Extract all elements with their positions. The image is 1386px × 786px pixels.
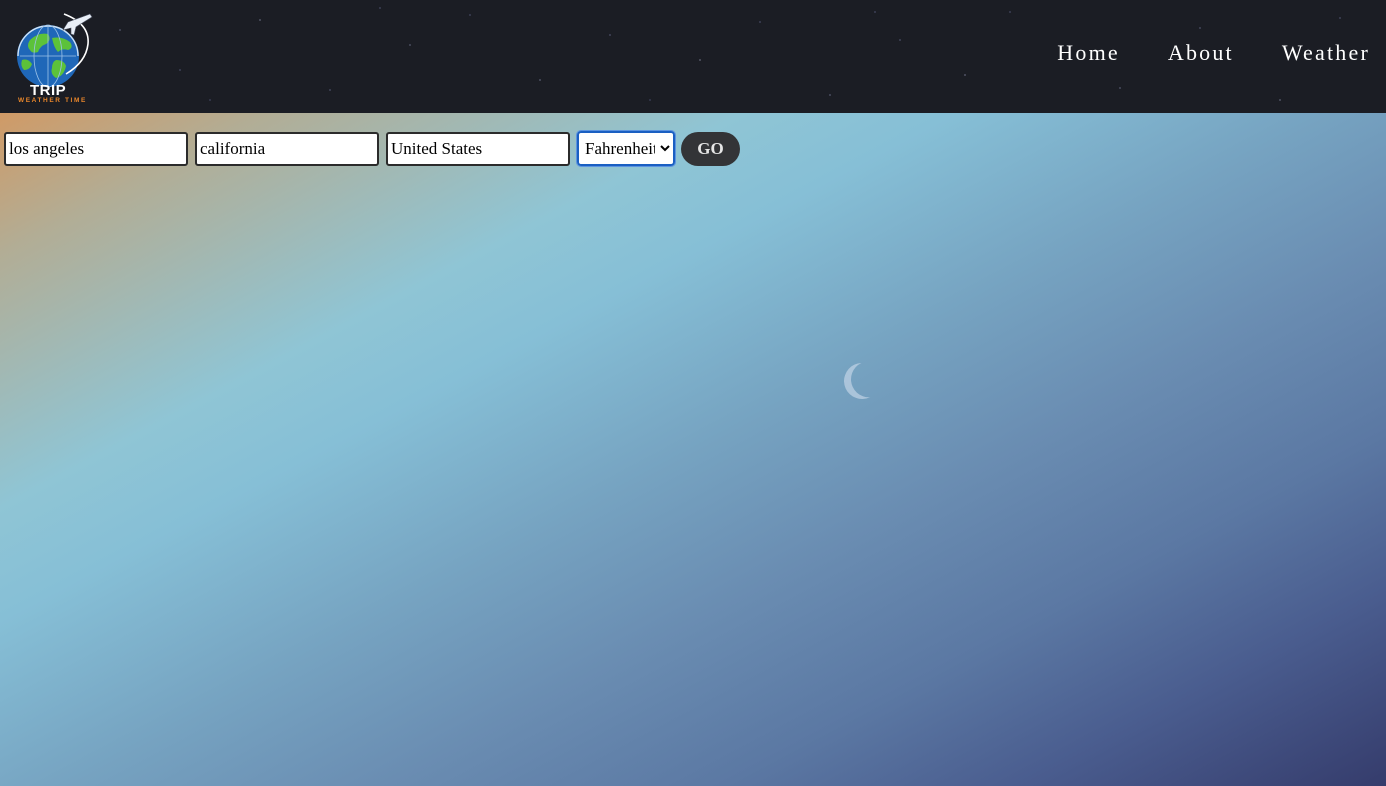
country-input[interactable] — [386, 131, 570, 166]
site-header: TRIP WEATHER TIME Home About Weather — [0, 0, 1386, 113]
city-input[interactable] — [4, 131, 188, 166]
trip-weather-time-logo[interactable]: TRIP WEATHER TIME — [8, 8, 98, 104]
logo-tagline: WEATHER TIME — [18, 97, 87, 104]
nav-home-link[interactable]: Home — [1057, 40, 1120, 66]
weather-search-form: Fahrenheit GO — [4, 130, 740, 167]
state-input[interactable] — [195, 131, 379, 166]
sky-background: Fahrenheit GO — [0, 113, 1386, 786]
crescent-moon-icon — [839, 358, 885, 404]
main-nav: Home About Weather — [1057, 40, 1370, 66]
go-button[interactable]: GO — [681, 131, 740, 166]
temperature-unit-select[interactable]: Fahrenheit — [576, 130, 676, 167]
nav-weather-link[interactable]: Weather — [1282, 40, 1370, 66]
nav-about-link[interactable]: About — [1168, 40, 1234, 66]
